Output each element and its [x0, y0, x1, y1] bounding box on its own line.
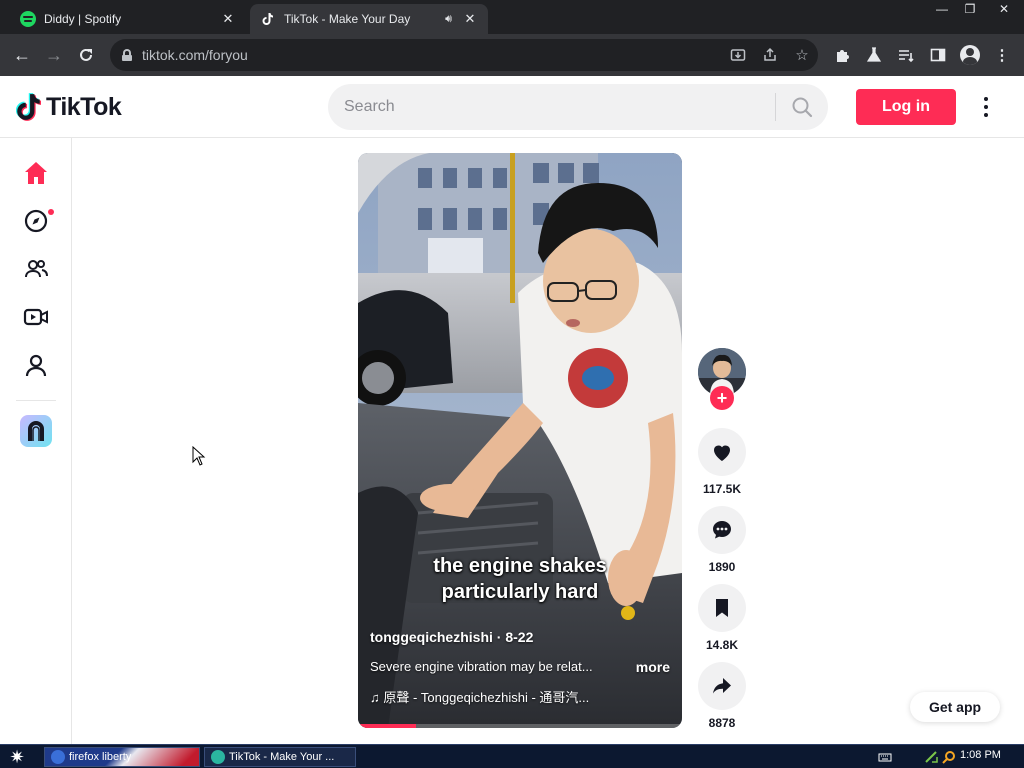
site-header: TikTok Search Log in [0, 76, 1024, 138]
network-icon[interactable] [924, 750, 938, 764]
extensions-icon[interactable] [830, 43, 854, 67]
save-count: 14.8K [705, 638, 739, 652]
tiktok-icon [260, 11, 276, 27]
sidebar [0, 138, 72, 744]
spotify-icon [20, 11, 36, 27]
install-app-icon[interactable] [722, 39, 754, 71]
share-button[interactable] [698, 662, 746, 710]
url-text: tiktok.com/foryou [142, 47, 248, 63]
keyboard-icon[interactable] [878, 750, 892, 764]
search-input[interactable]: Search [328, 98, 775, 116]
os-taskbar: ✷ firefox liberty TikTok - Make Your ...… [0, 744, 1024, 768]
like-count: 117.5K [702, 482, 742, 496]
music-link[interactable]: ♫ 原聲 - Tonggeqichezhishi - 通哥汽... [370, 687, 670, 706]
close-window-button[interactable]: ✕ [984, 0, 1024, 18]
author-line: tonggeqichezhishi · 8-22 [370, 629, 670, 645]
window-controls: — ❐ ✕ [928, 0, 1024, 18]
chrome-icon [211, 750, 225, 764]
bookmark-star-icon[interactable]: ☆ [786, 39, 818, 71]
video-description: Severe engine vibration may be relat... [370, 659, 593, 674]
browser-tab-bar: Diddy | Spotify ✕ TikTok - Make Your Day… [0, 0, 1024, 34]
profile-icon[interactable] [18, 347, 54, 383]
taskbar-item-tiktok[interactable]: TikTok - Make Your ... [204, 747, 356, 767]
notification-dot [48, 209, 54, 215]
restore-button[interactable]: ❐ [956, 0, 984, 18]
video-player[interactable]: the engine shakes particularly hard tong… [358, 153, 682, 728]
mouse-cursor-icon [192, 446, 206, 466]
follow-button[interactable]: + [710, 386, 734, 410]
more-link[interactable]: more [636, 659, 670, 675]
start-menu-icon[interactable]: ✷ [4, 747, 30, 767]
sidebar-divider [16, 400, 56, 401]
video-caption: the engine shakes particularly hard [358, 553, 682, 605]
close-tab-icon[interactable]: ✕ [462, 11, 478, 27]
firefox-icon [51, 750, 65, 764]
video-progress-bar[interactable] [358, 724, 682, 728]
audio-playing-icon[interactable]: 🔊︎ [445, 13, 452, 26]
reading-list-icon[interactable] [894, 43, 918, 67]
logo-text: TikTok [46, 92, 122, 121]
tiktok-note-icon [15, 92, 42, 122]
browser-menu-icon[interactable]: ⋮ [990, 43, 1014, 67]
search-bar[interactable]: Search [328, 84, 828, 130]
share-icon[interactable] [754, 39, 786, 71]
caption-line-2: particularly hard [441, 581, 599, 603]
explore-icon[interactable] [18, 203, 54, 239]
get-app-button[interactable]: Get app [910, 692, 1000, 722]
tab-title: TikTok - Make Your Day [284, 12, 411, 26]
comment-button[interactable] [698, 506, 746, 554]
tab-title: Diddy | Spotify [44, 12, 122, 26]
author-name[interactable]: tonggeqichezhishi [370, 629, 493, 645]
tab-spotify[interactable]: Diddy | Spotify ✕ [10, 4, 246, 34]
caption-line-1: the engine shakes [433, 555, 607, 577]
comment-count: 1890 [708, 560, 736, 574]
tiktok-logo[interactable]: TikTok [15, 91, 122, 123]
share-arrow-icon [713, 678, 731, 694]
like-button[interactable] [698, 428, 746, 476]
search-icon[interactable] [776, 84, 828, 130]
taskbar-item-firefox[interactable]: firefox liberty [44, 747, 200, 767]
video-meta: tonggeqichezhishi · 8-22 Severe engine v… [370, 629, 670, 706]
share-count: 8878 [708, 716, 736, 730]
login-button[interactable]: Log in [856, 89, 956, 125]
search-tray-icon[interactable] [942, 750, 956, 764]
save-button[interactable] [698, 584, 746, 632]
address-bar[interactable]: tiktok.com/foryou ☆ [110, 39, 818, 71]
post-date: 8-22 [505, 629, 534, 645]
forward-icon[interactable]: → [42, 43, 66, 67]
side-panel-icon[interactable] [926, 43, 950, 67]
heart-icon [714, 445, 730, 461]
back-icon[interactable]: ← [10, 43, 34, 67]
description-line: Severe engine vibration may be relat... … [370, 659, 670, 675]
reload-icon[interactable] [74, 43, 98, 67]
taskbar-label: TikTok - Make Your ... [229, 751, 335, 763]
browser-toolbar: ← → tiktok.com/foryou ☆ ⋮ [0, 34, 1024, 76]
video-progress-fill [358, 724, 417, 728]
comment-icon [713, 521, 731, 539]
taskbar-clock: 1:08 PM [960, 749, 1001, 761]
lock-icon [122, 49, 132, 61]
tab-tiktok[interactable]: TikTok - Make Your Day 🔊︎ ✕ [250, 4, 488, 34]
labs-flask-icon[interactable] [862, 43, 886, 67]
home-icon[interactable] [18, 155, 54, 191]
tiktok-page: TikTok Search Log in the engine shakes p… [0, 76, 1024, 744]
live-icon[interactable] [18, 299, 54, 335]
more-options-icon[interactable] [976, 94, 996, 120]
taskbar-label: firefox liberty [69, 751, 132, 763]
close-tab-icon[interactable]: ✕ [220, 11, 236, 27]
effect-house-icon[interactable] [18, 413, 54, 449]
following-icon[interactable] [18, 251, 54, 287]
profile-icon[interactable] [958, 43, 982, 67]
bookmark-icon [716, 599, 728, 617]
minimize-button[interactable]: — [928, 0, 956, 18]
